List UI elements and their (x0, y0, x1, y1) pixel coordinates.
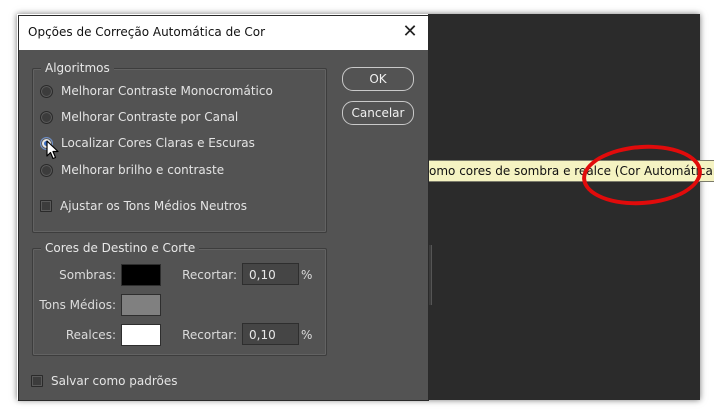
radio-button[interactable] (40, 110, 53, 124)
checkbox-label: Ajustar os Tons Médios Neutros (60, 199, 247, 213)
application-background (428, 14, 700, 400)
midtones-label: Tons Médios: (39, 298, 116, 312)
close-icon[interactable]: ✕ (400, 22, 420, 42)
cancel-button[interactable]: Cancelar (342, 101, 414, 125)
shadows-clip-unit: % (301, 268, 313, 282)
shadows-label: Sombras: (59, 268, 116, 282)
shadows-color-swatch[interactable] (121, 264, 161, 286)
shadows-clip-label: Recortar: (182, 268, 237, 282)
target-colors-legend: Cores de Destino e Corte (41, 241, 200, 255)
checkbox[interactable] (40, 200, 52, 212)
auto-color-correction-dialog: Opções de Correção Automática de Cor ✕ A… (18, 15, 429, 401)
radio-button[interactable] (40, 84, 53, 98)
radio-monochromatic-contrast[interactable]: Melhorar Contraste Monocromático (40, 83, 273, 99)
radio-per-channel-contrast[interactable]: Melhorar Contraste por Canal (40, 109, 238, 125)
highlights-clip-unit: % (301, 328, 313, 342)
checkbox-neutral-midtones[interactable]: Ajustar os Tons Médios Neutros (40, 198, 247, 214)
highlights-label: Realces: (65, 328, 116, 342)
highlights-color-swatch[interactable] (121, 324, 161, 346)
highlights-clip-input[interactable]: 0,10 (242, 323, 299, 345)
radio-label: Melhorar Contraste Monocromático (61, 84, 273, 98)
radio-label: Melhorar brilho e contraste (61, 163, 225, 177)
dialog-titlebar: Opções de Correção Automática de Cor ✕ (19, 16, 428, 50)
radio-label: Melhorar Contraste por Canal (61, 110, 239, 124)
radio-label: Localizar Cores Claras e Escuras (61, 136, 255, 150)
algorithms-legend: Algoritmos (41, 61, 114, 75)
radio-button[interactable] (40, 163, 53, 177)
dialog-title: Opções de Correção Automática de Cor (28, 25, 266, 39)
checkbox-save-as-defaults[interactable]: Salvar como padrões (31, 373, 178, 389)
radio-brightness-contrast[interactable]: Melhorar brilho e contraste (40, 162, 224, 178)
ok-button[interactable]: OK (342, 67, 414, 91)
checkbox[interactable] (31, 375, 43, 387)
checkbox-label: Salvar como padrões (51, 374, 178, 388)
radio-find-dark-light-colors[interactable]: Localizar Cores Claras e Escuras (40, 135, 255, 151)
midtones-color-swatch[interactable] (121, 294, 161, 316)
mouse-cursor-icon (46, 140, 59, 160)
shadows-clip-input[interactable]: 0,10 (242, 263, 299, 285)
highlights-clip-label: Recortar: (182, 328, 237, 342)
